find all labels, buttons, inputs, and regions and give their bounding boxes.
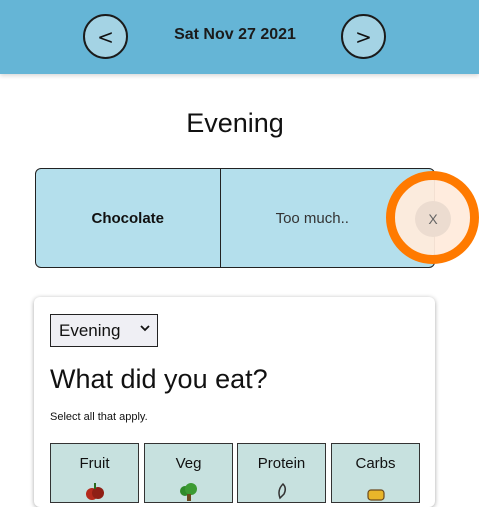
- entry-food-name: Chocolate: [36, 169, 221, 267]
- form-hint: Select all that apply.: [50, 411, 148, 423]
- chevron-down-icon: [139, 322, 151, 337]
- current-date: Sat Nov 27 2021: [174, 26, 296, 43]
- top-bar: < Sat Nov 27 2021 >: [0, 0, 479, 74]
- category-protein[interactable]: Protein: [237, 443, 326, 503]
- next-day-button[interactable]: >: [341, 14, 386, 59]
- vegetable-icon: [179, 483, 197, 501]
- carbs-icon: [366, 489, 385, 501]
- form-question: What did you eat?: [50, 364, 268, 394]
- category-label: Carbs: [355, 455, 396, 472]
- category-label: Veg: [175, 455, 202, 472]
- category-label: Protein: [257, 455, 306, 472]
- category-carbs[interactable]: Carbs: [331, 443, 420, 503]
- food-entry-row[interactable]: Chocolate Too much..: [35, 168, 435, 268]
- previous-day-button[interactable]: <: [83, 14, 128, 59]
- delete-entry-button[interactable]: X: [415, 201, 451, 237]
- category-label: Fruit: [79, 455, 110, 472]
- fruit-icon: [85, 483, 104, 500]
- meal-form-card: Evening What did you eat? Select all tha…: [34, 297, 435, 507]
- meal-period-select[interactable]: Evening: [50, 314, 158, 347]
- protein-icon: [277, 482, 286, 500]
- period-title: Evening: [186, 108, 284, 138]
- category-fruit[interactable]: Fruit: [50, 443, 139, 503]
- meal-period-value: Evening: [59, 320, 121, 340]
- category-veg[interactable]: Veg: [144, 443, 233, 503]
